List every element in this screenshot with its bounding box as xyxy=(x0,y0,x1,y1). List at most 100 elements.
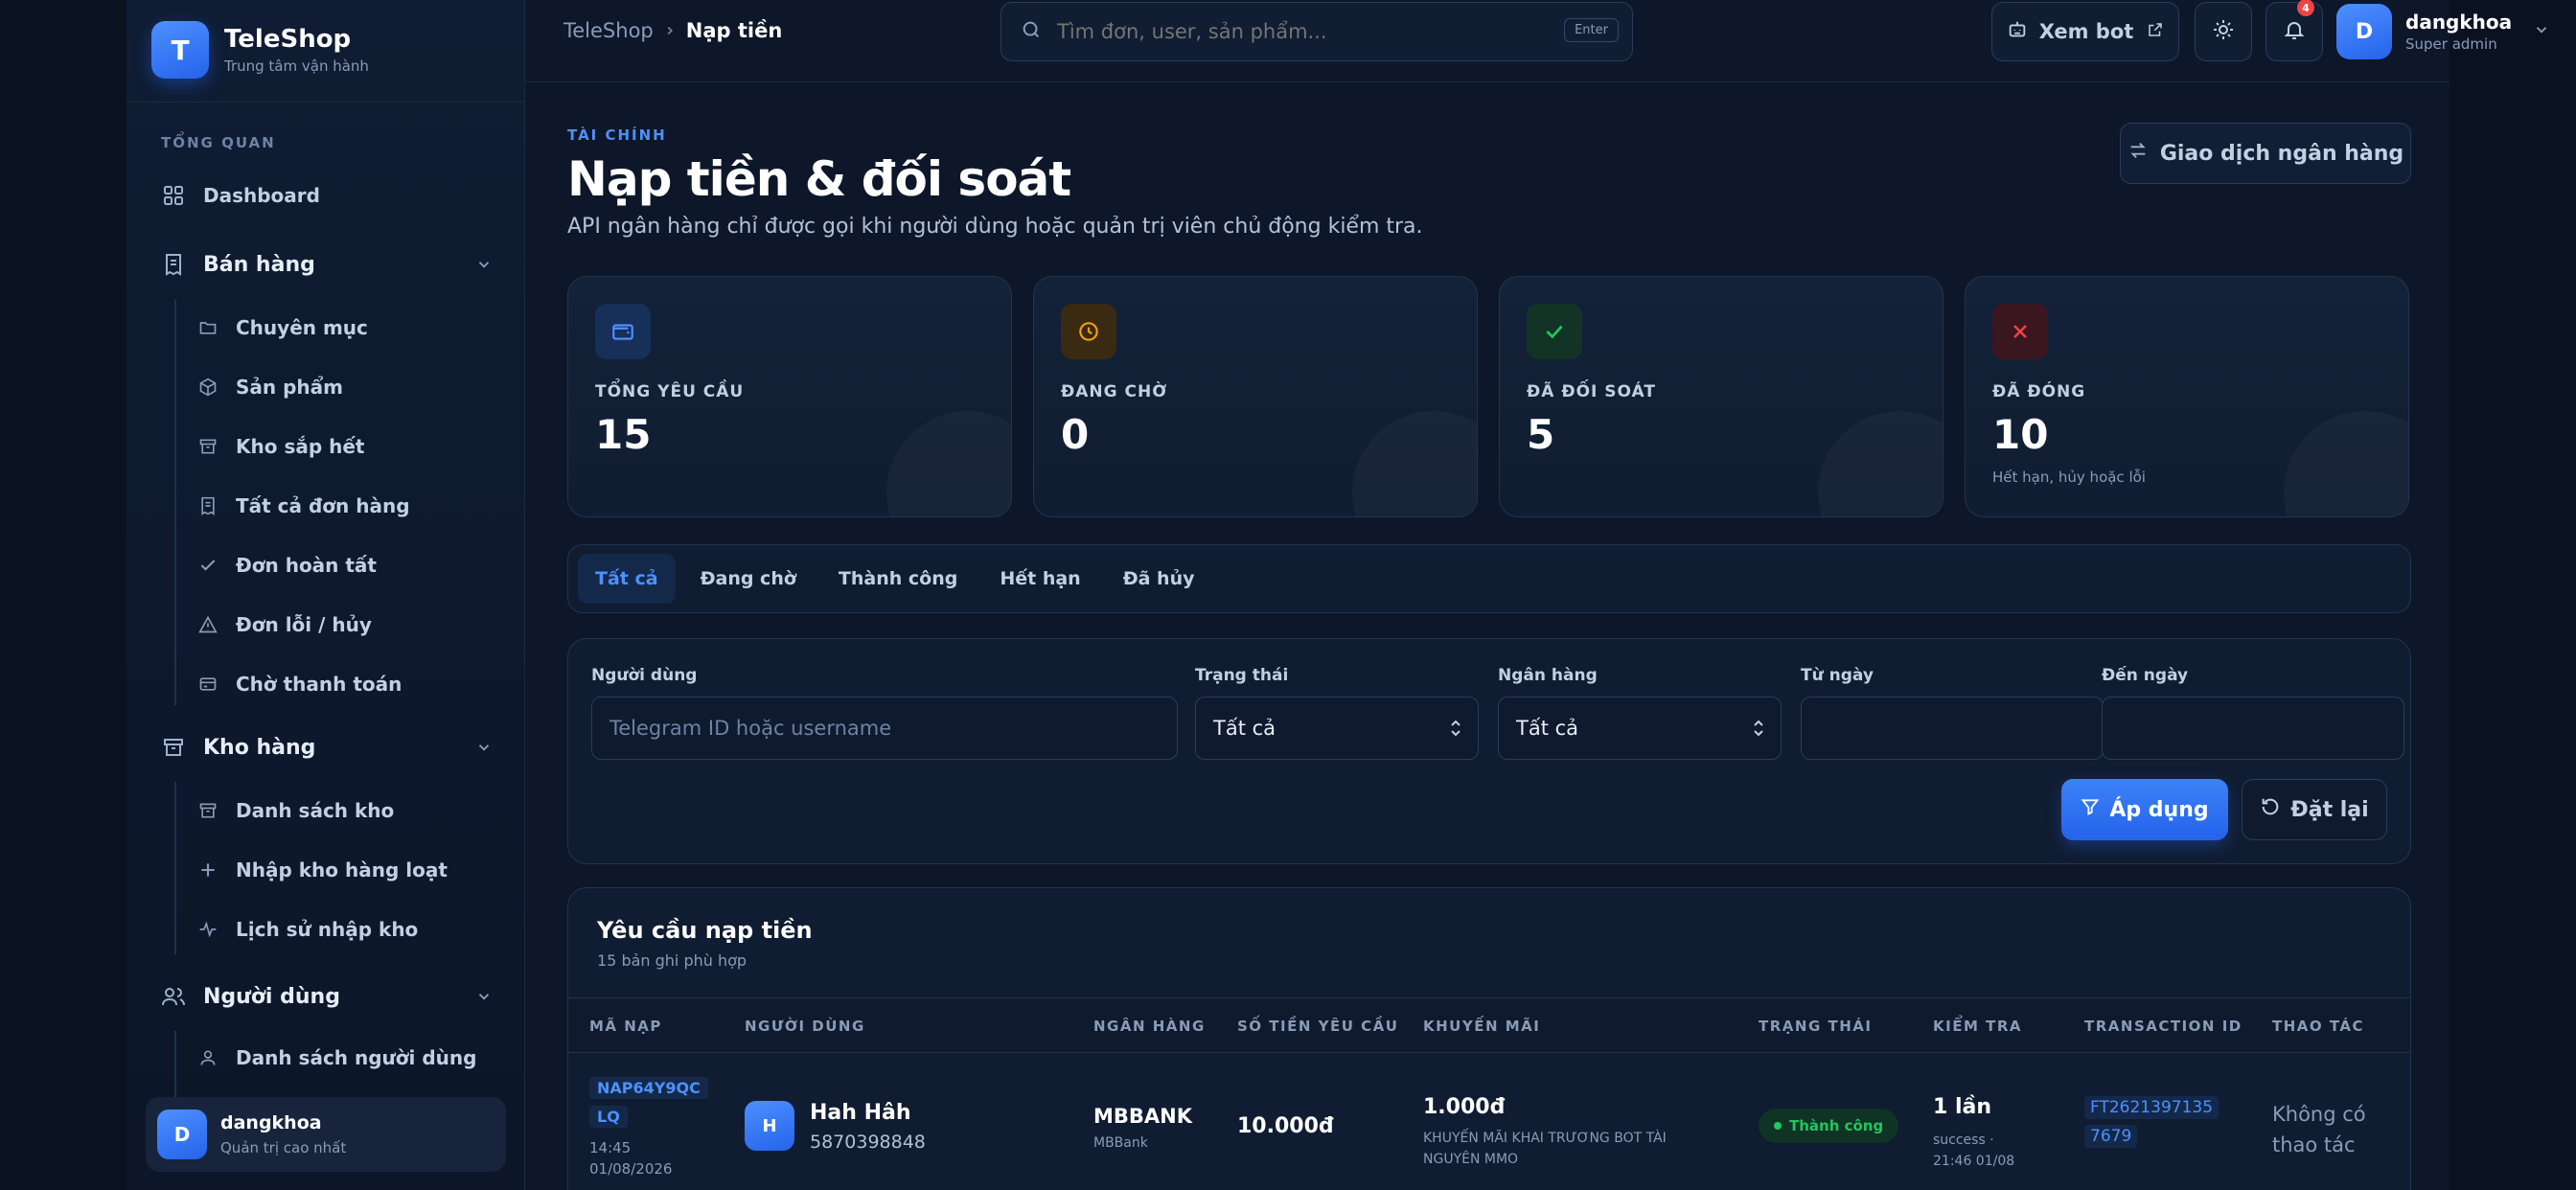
brand[interactable]: T TeleShop Trung tâm vận hành xyxy=(151,21,369,79)
promo-description: KHUYẾN MÃI KHAI TRƯƠNG BOT TÀI NGUYÊN MM… xyxy=(1423,1131,1667,1167)
tab-all[interactable]: Tất cả xyxy=(578,554,676,604)
apply-label: Áp dụng xyxy=(2109,797,2209,822)
reset-filter-button[interactable]: Đặt lại xyxy=(2242,779,2387,840)
sidebar-item-categories[interactable]: Chuyên mục xyxy=(197,309,368,347)
breadcrumb-item[interactable]: TeleShop xyxy=(564,19,654,42)
bank-transactions-button[interactable]: Giao dịch ngân hàng xyxy=(2120,123,2411,184)
sidebar-group-inventory[interactable]: Kho hàng xyxy=(161,726,493,768)
column-header[interactable]: KHUYẾN MÃI xyxy=(1423,1018,1540,1035)
chevron-down-icon xyxy=(475,255,493,279)
check-result: success · xyxy=(1933,1133,1994,1148)
chevron-right-icon xyxy=(663,19,677,42)
page-subtitle: API ngân hàng chỉ được gọi khi người dùn… xyxy=(567,215,1423,239)
sidebar-item-all-orders[interactable]: Tất cả đơn hàng xyxy=(197,487,410,525)
column-header[interactable]: MÃ NẠP xyxy=(589,1018,662,1035)
promo-amount: 1.000đ xyxy=(1423,1095,1506,1119)
column-header[interactable]: THAO TÁC xyxy=(2272,1018,2364,1035)
sidebar-item-user-list[interactable]: Danh sách người dùng xyxy=(197,1039,476,1077)
submenu-guide xyxy=(174,299,176,705)
stat-value: 15 xyxy=(595,411,652,458)
sidebar-item-label: Chuyên mục xyxy=(236,316,368,339)
search-input[interactable] xyxy=(1057,20,1536,43)
divider xyxy=(126,102,525,103)
sidebar-group-sales[interactable]: Bán hàng xyxy=(161,243,493,286)
view-bot-button[interactable]: Xem bot xyxy=(1991,2,2179,61)
submenu-guide xyxy=(174,782,176,954)
filter-panel: Người dùng Telegram ID hoặc username Trạ… xyxy=(567,638,2411,864)
deposit-time: 14:45 xyxy=(589,1139,632,1156)
submenu-guide xyxy=(174,1031,176,1098)
search-icon xyxy=(1021,19,1042,44)
sidebar-item-completed-orders[interactable]: Đơn hoàn tất xyxy=(197,546,377,584)
sidebar-item-label: Danh sách kho xyxy=(236,799,395,822)
transaction-id-line: 7679 xyxy=(2084,1125,2138,1148)
folder-icon xyxy=(197,317,218,338)
tab-success[interactable]: Thành công xyxy=(821,554,975,604)
sidebar-item-label: Đơn hoàn tất xyxy=(236,554,377,577)
topbar: TeleShop Nạp tiền Enter Xem bot xyxy=(525,0,2547,82)
status-label: Thành công xyxy=(1789,1117,1884,1134)
sidebar-item-label: Chờ thanh toán xyxy=(236,673,402,696)
profile-role: Super admin xyxy=(2405,35,2497,53)
sidebar-user-card[interactable]: D dangkhoa Quản trị cao nhất xyxy=(146,1097,506,1172)
sidebar-item-dashboard[interactable]: Dashboard xyxy=(161,176,320,215)
stat-card-pending: ĐANG CHỜ 0 xyxy=(1033,276,1478,517)
card-icon xyxy=(197,674,218,695)
profile-menu[interactable]: D dangkhoa Super admin xyxy=(2336,2,2550,61)
user-filter-input[interactable]: Telegram ID hoặc username xyxy=(591,697,1178,760)
check-count: 1 lần xyxy=(1933,1095,1992,1119)
sidebar-group-users[interactable]: Người dùng xyxy=(161,975,493,1018)
deposit-code[interactable]: NAP64Y9QC LQ xyxy=(589,1074,708,1132)
sidebar-item-warehouse-list[interactable]: Danh sách kho xyxy=(197,791,394,830)
sidebar-item-bulk-import[interactable]: Nhập kho hàng loạt xyxy=(197,851,448,889)
column-header[interactable]: NGƯỜI DÙNG xyxy=(745,1018,865,1035)
chevron-down-icon xyxy=(475,738,493,762)
sidebar-item-failed-orders[interactable]: Đơn lỗi / hủy xyxy=(197,606,372,644)
notifications-button[interactable]: 4 xyxy=(2266,0,2323,61)
sidebar-item-products[interactable]: Sản phẩm xyxy=(197,368,343,406)
breadcrumb-current: Nạp tiền xyxy=(685,19,783,42)
tab-cancelled[interactable]: Đã hủy xyxy=(1106,554,1212,604)
bank-select[interactable]: Tất cả xyxy=(1498,697,1782,760)
column-header[interactable]: NGÂN HÀNG xyxy=(1093,1018,1206,1035)
theme-toggle-button[interactable] xyxy=(2195,2,2252,61)
sidebar-item-pending-payment[interactable]: Chờ thanh toán xyxy=(197,665,402,703)
filter-label-bank: Ngân hàng xyxy=(1498,666,1598,685)
avatar: D xyxy=(157,1110,207,1159)
sidebar: T TeleShop Trung tâm vận hành TỔNG QUAN … xyxy=(126,0,525,1190)
status-select[interactable]: Tất cả xyxy=(1195,697,1479,760)
column-header[interactable]: TRANSACTION ID xyxy=(2084,1018,2242,1035)
sidebar-item-import-history[interactable]: Lịch sử nhập kho xyxy=(197,910,418,949)
user-name: dangkhoa xyxy=(220,1112,322,1133)
decor-circle xyxy=(886,411,1011,516)
check-icon xyxy=(1527,304,1582,359)
column-header[interactable]: TRẠNG THÁI xyxy=(1759,1018,1872,1035)
table-row[interactable]: NAP64Y9QC LQ 14:45 01/08/2026 H Hah Hâh … xyxy=(568,1053,2410,1190)
transaction-id[interactable]: FT2621397135 7679 xyxy=(2084,1093,2228,1151)
sidebar-item-label: Danh sách người dùng xyxy=(236,1046,477,1069)
table-header: MÃ NẠP NGƯỜI DÙNG NGÂN HÀNG SỐ TIỀN YÊU … xyxy=(568,997,2410,1053)
table-subtitle: 15 bản ghi phù hợp xyxy=(597,951,748,970)
stat-card-reconciled: ĐÃ ĐỐI SOÁT 5 xyxy=(1499,276,1944,517)
chevron-down-icon xyxy=(2533,21,2550,42)
status-tabs: Tất cả Đang chờ Thành công Hết hạn Đã hủ… xyxy=(567,544,2411,613)
column-header[interactable]: KIỂM TRA xyxy=(1933,1018,2022,1035)
from-date-input[interactable] xyxy=(1801,697,2104,760)
activity-icon xyxy=(197,919,218,940)
sidebar-item-label: Dashboard xyxy=(203,184,320,207)
tab-expired[interactable]: Hết hạn xyxy=(982,554,1097,604)
user-name[interactable]: Hah Hâh xyxy=(810,1101,911,1125)
to-date-input[interactable] xyxy=(2102,697,2404,760)
stat-value: 0 xyxy=(1061,411,1090,458)
apply-filter-button[interactable]: Áp dụng xyxy=(2061,779,2228,840)
tab-pending[interactable]: Đang chờ xyxy=(683,554,814,604)
nav-section-label: TỔNG QUAN xyxy=(161,134,276,151)
sidebar-item-label: Kho sắp hết xyxy=(236,435,365,458)
sidebar-item-label: Đơn lỗi / hủy xyxy=(236,613,372,636)
column-header[interactable]: SỐ TIỀN YÊU CẦU xyxy=(1237,1018,1398,1035)
x-icon xyxy=(1992,304,2048,359)
sidebar-item-low-stock[interactable]: Kho sắp hết xyxy=(197,427,364,466)
global-search[interactable]: Enter xyxy=(1000,2,1633,61)
user-role: Quản trị cao nhất xyxy=(220,1139,347,1156)
stat-label: TỔNG YÊU CẦU xyxy=(595,382,745,401)
